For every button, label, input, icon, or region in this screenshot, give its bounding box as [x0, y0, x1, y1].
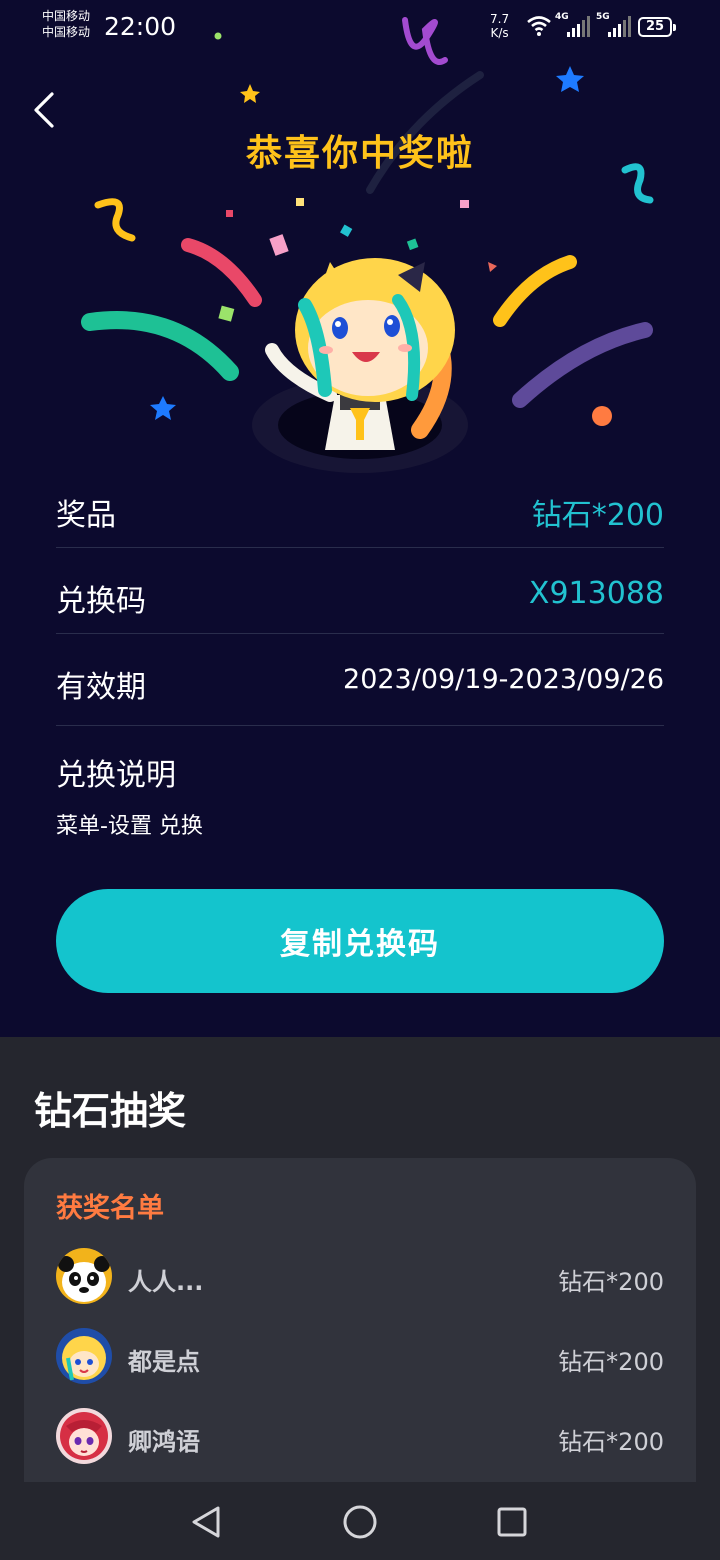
confetti-piece [340, 224, 353, 237]
confetti-piece [296, 198, 304, 206]
celebration-illustration [81, 17, 654, 473]
avatar-red-hair-girl [56, 1408, 112, 1464]
yellow-squiggle [94, 198, 136, 242]
prize-label: 奖品 [56, 498, 116, 533]
page-title: 恭喜你中奖啦 [245, 133, 474, 174]
nav-back-icon[interactable] [186, 1502, 226, 1542]
green-ribbon [81, 311, 239, 381]
winner-name: 卿鸿语 [128, 1428, 200, 1456]
code-row: 兑换码 X913088 [56, 548, 664, 634]
purple-ribbon [402, 17, 448, 65]
winner-row[interactable]: 都是点 钻石*200 [56, 1328, 664, 1386]
avatar-blonde-girl [56, 1328, 112, 1384]
winners-title: 获奖名单 [56, 1193, 164, 1224]
confetti-piece [406, 238, 419, 251]
validity-value: 2023/09/19-2023/09/26 [343, 664, 664, 695]
code-label: 兑换码 [56, 584, 146, 619]
confetti-piece [218, 305, 235, 322]
validity-label: 有效期 [56, 670, 146, 705]
winner-prize: 钻石*200 [558, 1348, 664, 1376]
winner-row[interactable]: 人人... 钻石*200 [56, 1248, 664, 1306]
instructions-label: 兑换说明 [56, 758, 176, 793]
prize-value: 钻石*200 [531, 498, 664, 533]
star-icon [556, 66, 584, 92]
purple-streak [512, 322, 653, 408]
system-nav-bar [0, 1482, 720, 1560]
winner-prize: 钻石*200 [558, 1428, 664, 1456]
prize-panel: 中国移动 中国移动 22:00 7.7 K/s 4G 5G 25 恭喜你中奖啦 … [0, 0, 720, 1037]
prize-row: 奖品 钻石*200 [56, 462, 664, 548]
winner-row[interactable]: 卿鸿语 钻石*200 [56, 1408, 664, 1466]
confetti-piece [226, 210, 233, 217]
avatar-panda [56, 1248, 112, 1304]
nav-recents-icon[interactable] [492, 1502, 532, 1542]
confetti-piece [269, 234, 289, 256]
star-icon [150, 396, 176, 420]
lottery-section-title: 钻石抽奖 [34, 1089, 187, 1133]
confetti-piece [460, 200, 469, 208]
orange-dot [592, 406, 612, 426]
winner-name: 人人... [128, 1268, 204, 1296]
yellow-ribbon [493, 255, 577, 327]
confetti-dot [214, 32, 222, 40]
code-value[interactable]: X913088 [529, 576, 664, 611]
winners-card: 获奖名单 人人... 钻石*200 都是点 钻石*200 卿鸿语 钻石*200 [24, 1158, 696, 1498]
winner-prize: 钻石*200 [558, 1268, 664, 1296]
validity-row: 有效期 2023/09/19-2023/09/26 [56, 634, 664, 726]
winner-name: 都是点 [128, 1348, 200, 1376]
confetti-piece [488, 262, 497, 272]
star-icon [240, 84, 260, 103]
instructions-text: 菜单-设置 兑换 [56, 814, 203, 839]
copy-code-button[interactable]: 复制兑换码 [56, 889, 664, 993]
nav-home-icon[interactable] [340, 1502, 380, 1542]
red-ribbon [181, 238, 262, 307]
